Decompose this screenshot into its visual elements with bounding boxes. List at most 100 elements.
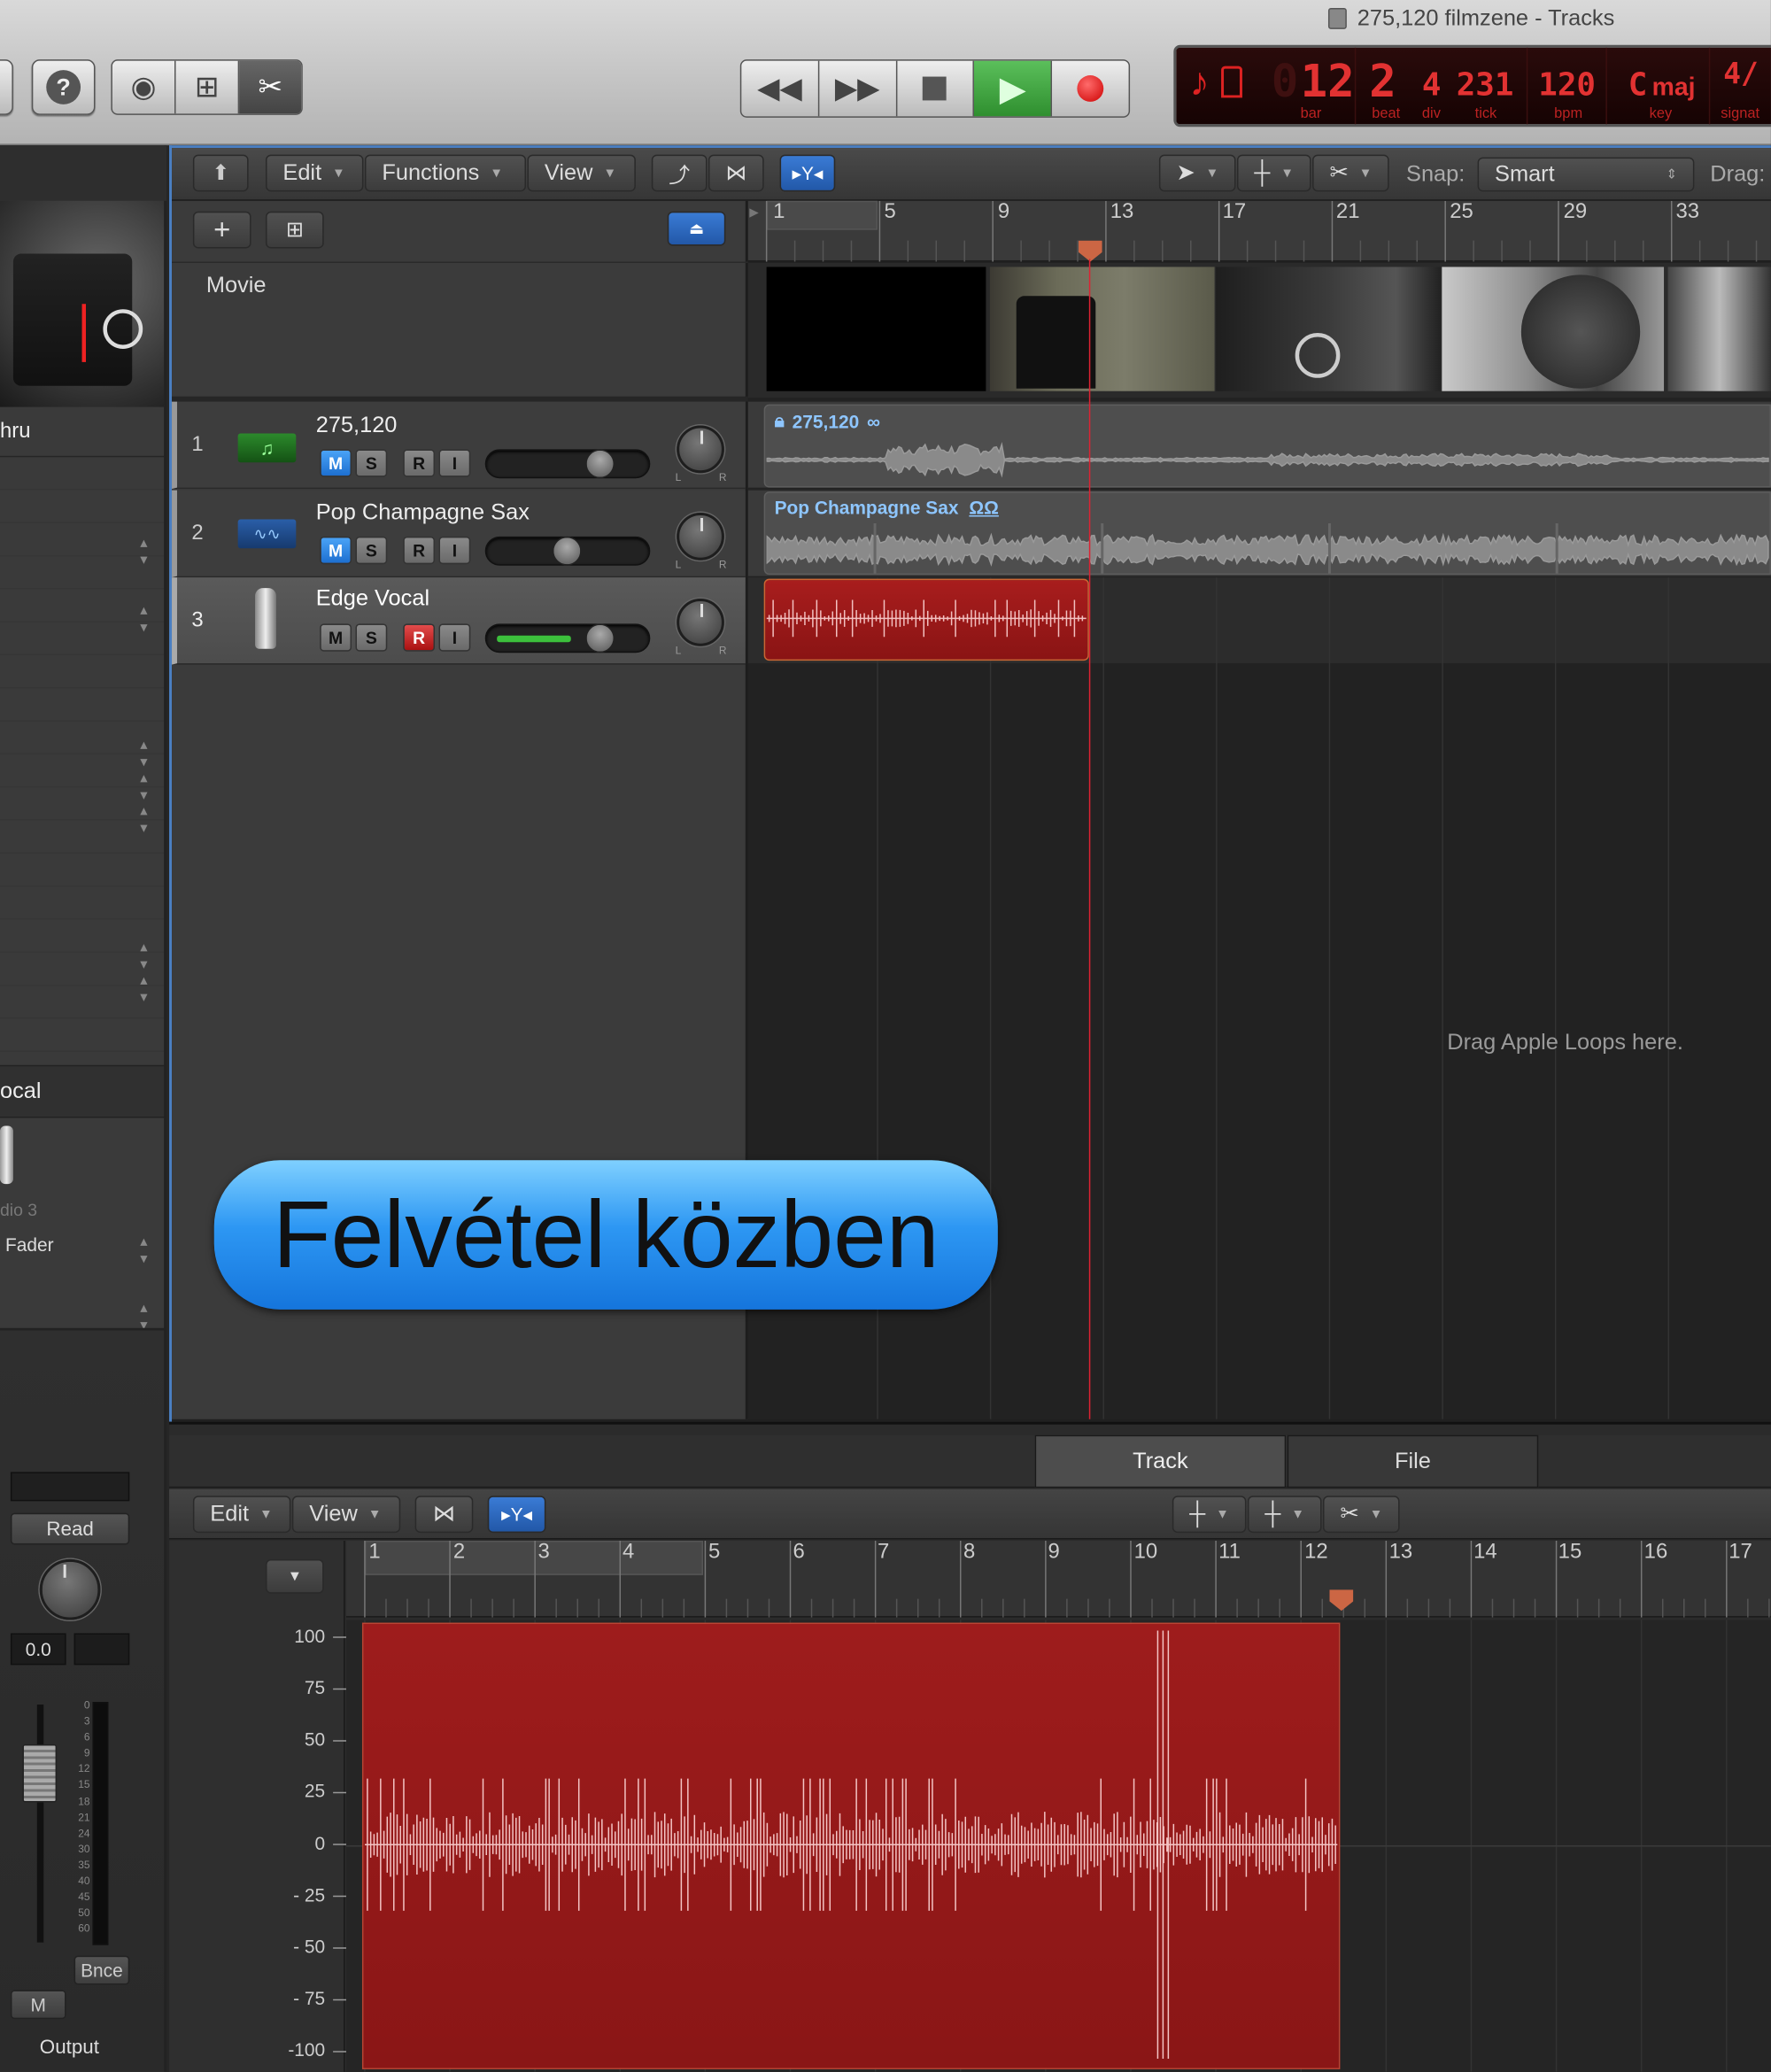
- functions-menu[interactable]: Functions ▼: [364, 154, 527, 192]
- pan-right-label: R: [718, 645, 727, 657]
- track-pan-knob[interactable]: [677, 599, 724, 646]
- meter-scale-mark: 0: [83, 1699, 90, 1712]
- solo-button[interactable]: S: [355, 623, 388, 652]
- count-in-icon[interactable]: [1221, 66, 1242, 98]
- fader-knob[interactable]: [552, 536, 582, 566]
- ruler-number: 3: [537, 1541, 550, 1564]
- fader-knob[interactable]: [585, 623, 615, 653]
- solo-button[interactable]: S: [355, 536, 388, 565]
- record-button[interactable]: [1052, 61, 1128, 117]
- setting-slot[interactable]: [10, 1472, 130, 1502]
- new-folder-button[interactable]: ⊞: [265, 211, 324, 249]
- mute-button[interactable]: M: [320, 536, 352, 565]
- stepper-icon[interactable]: ▴ ▾: [140, 769, 147, 803]
- track-pan-knob[interactable]: [677, 513, 724, 561]
- input-monitor-button[interactable]: I: [438, 536, 471, 565]
- track-volume-fader[interactable]: [484, 449, 651, 479]
- stepper-icon[interactable]: ▴ ▾: [140, 971, 147, 1005]
- edit-menu[interactable]: Edit ▼: [265, 154, 364, 192]
- help-button[interactable]: ?: [31, 59, 96, 115]
- editor-tool-menu[interactable]: ✂ ▼: [1322, 1496, 1400, 1534]
- pointer-tool-menu[interactable]: ➤ ▼: [1158, 154, 1236, 192]
- input-monitor-button[interactable]: I: [438, 449, 471, 477]
- record-enable-button[interactable]: R: [403, 623, 436, 652]
- stop-button[interactable]: [897, 60, 975, 117]
- volume-fader-handle[interactable]: [22, 1743, 58, 1803]
- flex-button[interactable]: ⋈: [708, 154, 764, 192]
- catch-button[interactable]: ▸Y◂: [779, 154, 836, 192]
- updown-icon: ⇕: [1666, 166, 1677, 182]
- mute-button[interactable]: M: [320, 449, 352, 477]
- movie-frame: [1667, 267, 1771, 391]
- mixer-button[interactable]: ⊞: [176, 60, 240, 114]
- editor-flex-button[interactable]: ⋈: [414, 1496, 474, 1534]
- boiler-shape: [1520, 274, 1641, 389]
- editor-view-menu[interactable]: View ▼: [291, 1496, 401, 1534]
- region-name: Pop Champagne Sax: [774, 497, 959, 518]
- tab-track[interactable]: Track: [1034, 1434, 1287, 1488]
- view-menu[interactable]: View ▼: [527, 154, 636, 192]
- crosshair-icon: ┼: [1254, 159, 1271, 185]
- automation-button[interactable]: ⤴: [651, 154, 708, 192]
- stepper-icon[interactable]: ▴ ▾: [140, 601, 147, 635]
- pan-readout[interactable]: [73, 1633, 130, 1666]
- metronome-icon[interactable]: ♪: [1189, 61, 1209, 106]
- track-pan-knob[interactable]: [677, 425, 724, 474]
- track-volume-fader[interactable]: [484, 623, 651, 653]
- inspector-channel-label: ocal: [0, 1078, 42, 1104]
- volume-readout[interactable]: 0.0: [10, 1633, 66, 1666]
- up-level-button[interactable]: ⬆: [192, 154, 249, 192]
- snap-select[interactable]: Smart ⇕: [1477, 157, 1695, 192]
- track-name[interactable]: Edge Vocal: [316, 585, 429, 612]
- ruler-number: 6: [793, 1541, 805, 1564]
- smart-controls-button[interactable]: ◉: [112, 60, 176, 114]
- record-enable-button[interactable]: R: [403, 449, 436, 477]
- pan-left-label: L: [675, 471, 682, 484]
- editors-button[interactable]: ✂: [239, 60, 302, 114]
- editor-catch-button[interactable]: ▸Y◂: [487, 1496, 546, 1534]
- chevron-down-icon: ▼: [1358, 166, 1373, 181]
- lcd-display[interactable]: ♪ 0 12 bar 2 beat 4 div 231 tick 120 bpm…: [1173, 44, 1771, 128]
- scissors-tool-menu[interactable]: ✂ ▼: [1312, 154, 1389, 192]
- play-button[interactable]: ▶: [974, 60, 1053, 117]
- editor-tool-menu[interactable]: ┼ ▼: [1247, 1496, 1322, 1534]
- input-monitor-button[interactable]: I: [438, 623, 471, 652]
- record-enable-button[interactable]: R: [403, 536, 436, 565]
- editor-collapse-button[interactable]: ▼: [265, 1558, 324, 1594]
- mute-button[interactable]: M: [320, 623, 352, 652]
- track-volume-fader[interactable]: [484, 536, 651, 566]
- stepper-icon[interactable]: ▴ ▾: [140, 736, 147, 770]
- lcd-key: C: [1628, 66, 1648, 104]
- fader-knob[interactable]: [585, 449, 615, 479]
- rewind-button[interactable]: ◀◀: [741, 60, 820, 117]
- ruler-number: 14: [1473, 1541, 1497, 1564]
- library-button[interactable]: [0, 59, 13, 115]
- add-track-button[interactable]: +: [192, 211, 251, 249]
- pan-knob[interactable]: [39, 1558, 101, 1620]
- tab-file[interactable]: File: [1287, 1434, 1539, 1488]
- lcd-div-label: div: [1421, 105, 1441, 122]
- bounce-button[interactable]: Bnce: [73, 1955, 130, 1985]
- track-name[interactable]: 275,120: [316, 413, 398, 439]
- scissors-icon: ✂: [258, 70, 282, 104]
- inspector-mute-button[interactable]: M: [10, 1990, 66, 2020]
- track-name[interactable]: Pop Champagne Sax: [316, 499, 530, 526]
- stepper-icon[interactable]: ▴ ▾: [140, 1233, 147, 1267]
- track-number: 3: [191, 608, 204, 632]
- automation-icon: ⤴: [669, 165, 691, 188]
- editor-edit-menu[interactable]: Edit ▼: [192, 1496, 291, 1534]
- editor-tool-menu[interactable]: ┼ ▼: [1172, 1496, 1247, 1534]
- lcd-key-cell[interactable]: C maj key: [1610, 47, 1711, 125]
- lcd-signature-cell[interactable]: 4/ signat: [1713, 48, 1771, 125]
- lcd-bar-cell: 0 12 bar: [1266, 47, 1357, 125]
- global-tracks-button[interactable]: ⏏: [667, 211, 726, 246]
- fast-forward-button[interactable]: ▶▶: [819, 60, 897, 117]
- lcd-tick-label: tick: [1474, 105, 1497, 122]
- solo-button[interactable]: S: [355, 449, 388, 477]
- crosshair-tool-menu[interactable]: ┼ ▼: [1236, 154, 1311, 192]
- stepper-icon[interactable]: ▴ ▾: [140, 802, 147, 836]
- stepper-icon[interactable]: ▴ ▾: [140, 534, 147, 568]
- automation-mode-button[interactable]: Read: [10, 1512, 130, 1545]
- stepper-icon[interactable]: ▴ ▾: [140, 939, 147, 972]
- lcd-bpm-cell[interactable]: 120 bpm: [1530, 47, 1607, 125]
